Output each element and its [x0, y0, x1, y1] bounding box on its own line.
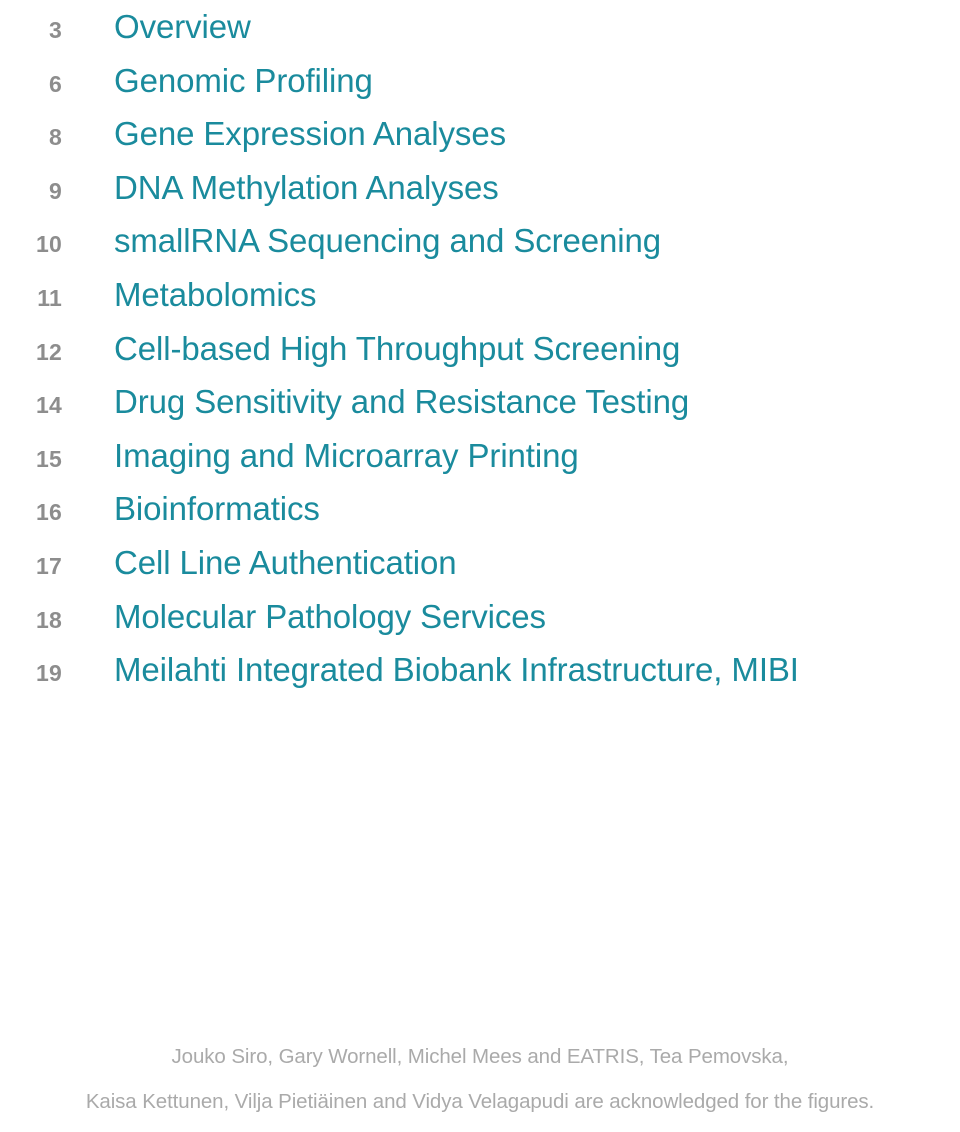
- toc-entry[interactable]: 11 Metabolomics: [0, 268, 960, 322]
- table-of-contents: 3 Overview 6 Genomic Profiling 8 Gene Ex…: [0, 0, 960, 697]
- toc-page-number: 10: [36, 231, 62, 258]
- toc-page-number: 8: [49, 124, 62, 151]
- toc-entry[interactable]: 15 Imaging and Microarray Printing: [0, 429, 960, 483]
- toc-entry-title[interactable]: smallRNA Sequencing and Screening: [114, 214, 661, 268]
- toc-entry[interactable]: 3 Overview: [0, 0, 960, 54]
- toc-entry-title[interactable]: DNA Methylation Analyses: [114, 161, 499, 215]
- toc-entry[interactable]: 14 Drug Sensitivity and Resistance Testi…: [0, 375, 960, 429]
- toc-entry[interactable]: 16 Bioinformatics: [0, 482, 960, 536]
- toc-page-number: 9: [49, 177, 62, 204]
- toc-entry-title[interactable]: Cell-based High Throughput Screening: [114, 322, 680, 376]
- toc-entry-title[interactable]: Meilahti Integrated Biobank Infrastructu…: [114, 643, 799, 697]
- toc-entry-title[interactable]: Overview: [114, 0, 251, 54]
- toc-page-number: 15: [36, 445, 62, 472]
- toc-page-number: 14: [36, 392, 62, 419]
- toc-page-number: 18: [36, 606, 62, 633]
- toc-entry[interactable]: 6 Genomic Profiling: [0, 54, 960, 108]
- toc-entry-title[interactable]: Cell Line Authentication: [114, 536, 457, 590]
- toc-entry-title[interactable]: Bioinformatics: [114, 482, 320, 536]
- toc-entry[interactable]: 18 Molecular Pathology Services: [0, 590, 960, 644]
- toc-entry-title[interactable]: Imaging and Microarray Printing: [114, 429, 579, 483]
- toc-page-number: 19: [36, 660, 62, 687]
- toc-entry[interactable]: 8 Gene Expression Analyses: [0, 107, 960, 161]
- toc-page-number: 3: [49, 17, 62, 43]
- toc-entry-title[interactable]: Metabolomics: [114, 268, 316, 322]
- toc-entry[interactable]: 12 Cell-based High Throughput Screening: [0, 322, 960, 376]
- toc-entry-title[interactable]: Genomic Profiling: [114, 54, 373, 108]
- toc-page-number: 11: [37, 284, 62, 311]
- toc-page-number: 17: [36, 552, 62, 579]
- toc-page-number: 6: [49, 70, 62, 97]
- credits-line-2: Kaisa Kettunen, Vilja Pietiäinen and Vid…: [85, 1090, 875, 1113]
- toc-entry-title[interactable]: Molecular Pathology Services: [114, 590, 546, 644]
- toc-entry-title[interactable]: Gene Expression Analyses: [114, 107, 506, 161]
- toc-entry-title[interactable]: Drug Sensitivity and Resistance Testing: [114, 375, 689, 429]
- toc-entry[interactable]: 17 Cell Line Authentication: [0, 536, 960, 590]
- toc-page-number: 12: [36, 338, 62, 365]
- toc-page-number: 16: [36, 499, 62, 526]
- toc-entry[interactable]: 9 DNA Methylation Analyses: [0, 161, 960, 215]
- credits-line-1: Jouko Siro, Gary Wornell, Michel Mees an…: [171, 1045, 789, 1068]
- credits-block: Jouko Siro, Gary Wornell, Michel Mees an…: [0, 1034, 960, 1124]
- toc-entry[interactable]: 19 Meilahti Integrated Biobank Infrastru…: [0, 643, 960, 697]
- toc-entry[interactable]: 10 smallRNA Sequencing and Screening: [0, 214, 960, 268]
